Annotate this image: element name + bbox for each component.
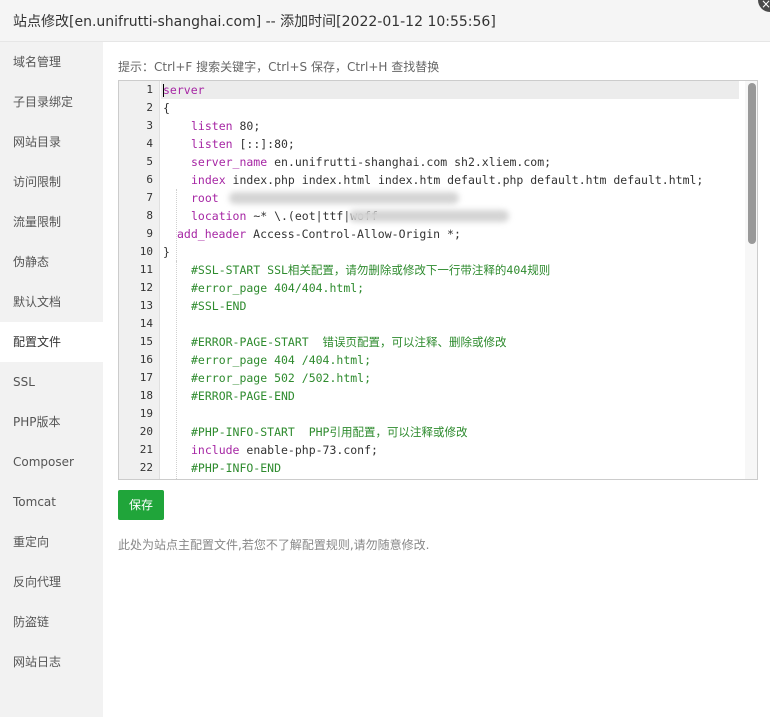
code-line: listen 80;	[191, 117, 260, 135]
save-button[interactable]: 保存	[118, 490, 164, 520]
sidebar-item-domain[interactable]: 域名管理	[0, 42, 103, 82]
code-comment: #PHP-INFO-END	[191, 461, 282, 475]
sidebar-item-config-file[interactable]: 配置文件	[0, 322, 103, 362]
code-keyword: add_header	[177, 227, 247, 241]
code-line: include enable-php-73.conf;	[191, 441, 378, 459]
line-number: 17	[139, 371, 153, 384]
sidebar-item-traffic-limit[interactable]: 流量限制	[0, 202, 103, 242]
code-keyword: listen	[191, 119, 233, 133]
line-number: 13	[139, 299, 153, 312]
code-comment: #error_page 502 /502.html;	[191, 371, 372, 385]
config-warning-note: 此处为站点主配置文件,若您不了解配置规则,请勿随意修改.	[118, 538, 430, 552]
redacted-path-blur	[229, 192, 459, 204]
config-editor[interactable]: 1 2 3 4 5 6 7 8 9 10 11 12 13 14 15 16 1…	[118, 80, 758, 480]
code-text: }	[163, 245, 170, 259]
shortcut-tip: 提示：Ctrl+F 搜索关键字，Ctrl+S 保存，Ctrl+H 查找替换	[118, 60, 440, 74]
code-line: add_header Access-Control-Allow-Origin *…	[177, 225, 461, 243]
line-number: 10	[139, 245, 153, 258]
sidebar-item-redirect[interactable]: 重定向	[0, 522, 103, 562]
code-comment: #SSL-START SSL相关配置，请勿删除或修改下一行带注释的404规则	[191, 263, 551, 277]
line-number: 21	[139, 443, 153, 456]
line-number: 6	[146, 173, 153, 186]
line-number: 8	[146, 209, 153, 222]
redacted-pattern-blur	[349, 210, 509, 222]
close-icon: ×	[761, 0, 770, 11]
code-line: listen [::]:80;	[191, 135, 295, 153]
main-panel: 提示：Ctrl+F 搜索关键字，Ctrl+S 保存，Ctrl+H 查找替换 1 …	[103, 42, 770, 717]
dialog-titlebar: 站点修改[en.unifrutti-shanghai.com] -- 添加时间[…	[0, 0, 770, 42]
sidebar-item-tomcat[interactable]: Tomcat	[0, 482, 103, 522]
line-number: 20	[139, 425, 153, 438]
sidebar-item-composer[interactable]: Composer	[0, 442, 103, 482]
sidebar-item-subdir[interactable]: 子目录绑定	[0, 82, 103, 122]
code-comment: #PHP-INFO-START PHP引用配置，可以注释或修改	[191, 425, 468, 439]
line-number: 19	[139, 407, 153, 420]
code-line: server	[163, 81, 205, 99]
sidebar-item-access-limit[interactable]: 访问限制	[0, 162, 103, 202]
text-cursor	[163, 84, 164, 97]
code-line: server_name en.unifrutti-shanghai.com sh…	[191, 153, 551, 171]
line-number: 14	[139, 317, 153, 330]
line-number: 4	[146, 137, 153, 150]
sidebar-item-site-log[interactable]: 网站日志	[0, 642, 103, 682]
sidebar-item-reverse-proxy[interactable]: 反向代理	[0, 562, 103, 602]
code-keyword: include	[191, 443, 240, 457]
code-text: index.php index.html index.htm default.p…	[225, 173, 704, 187]
code-text: Access-Control-Allow-Origin *;	[246, 227, 461, 241]
code-comment: #error_page 404/404.html;	[191, 281, 365, 295]
code-keyword: server_name	[191, 155, 268, 169]
line-gutter: 1 2 3 4 5 6 7 8 9 10 11 12 13 14 15 16 1…	[119, 81, 160, 479]
code-text: en.unifrutti-shanghai.com sh2.xliem.com;	[267, 155, 552, 169]
code-comment: #SSL-END	[191, 299, 247, 313]
sidebar-item-hotlink[interactable]: 防盗链	[0, 602, 103, 642]
code-keyword: location	[191, 209, 247, 223]
code-keyword: listen	[191, 137, 233, 151]
dialog-title: 站点修改[en.unifrutti-shanghai.com] -- 添加时间[…	[13, 14, 496, 30]
code-line: {	[163, 99, 170, 117]
line-number: 12	[139, 281, 153, 294]
code-comment: #ERROR-PAGE-END	[191, 389, 295, 403]
line-number: 5	[146, 155, 153, 168]
code-line: }	[163, 243, 170, 261]
indent-guide	[176, 261, 177, 479]
line-number: 9	[146, 227, 153, 240]
line-number: 7	[146, 191, 153, 204]
line-number: 18	[139, 389, 153, 402]
line-number: 16	[139, 353, 153, 366]
line-number: 15	[139, 335, 153, 348]
code-keyword: root	[191, 191, 219, 205]
code-text: {	[163, 101, 170, 115]
sidebar-item-default-doc[interactable]: 默认文档	[0, 282, 103, 322]
line-number: 11	[139, 263, 153, 276]
sidebar-item-site-dir[interactable]: 网站目录	[0, 122, 103, 162]
sidebar-item-rewrite[interactable]: 伪静态	[0, 242, 103, 282]
code-line: index index.php index.html index.htm def…	[191, 171, 703, 189]
editor-scrollbar-thumb[interactable]	[748, 83, 756, 244]
sidebar-item-ssl[interactable]: SSL	[0, 362, 103, 402]
code-text: enable-php-73.conf;	[239, 443, 378, 457]
code-keyword: server	[163, 83, 205, 97]
line-number: 22	[139, 461, 153, 474]
sidebar: 域名管理 子目录绑定 网站目录 访问限制 流量限制 伪静态 默认文档 配置文件 …	[0, 42, 103, 717]
code-keyword: index	[191, 173, 226, 187]
active-line-highlight	[161, 81, 739, 99]
code-text: [::]:80;	[232, 137, 295, 151]
line-number: 2	[146, 101, 153, 114]
code-text: 80;	[232, 119, 261, 133]
code-comment: #error_page 404 /404.html;	[191, 353, 372, 367]
code-line: root	[191, 189, 219, 207]
line-number: 3	[146, 119, 153, 132]
sidebar-item-php-version[interactable]: PHP版本	[0, 402, 103, 442]
code-comment: #ERROR-PAGE-START 错误页配置，可以注释、删除或修改	[191, 335, 507, 349]
line-number: 1	[146, 83, 153, 96]
